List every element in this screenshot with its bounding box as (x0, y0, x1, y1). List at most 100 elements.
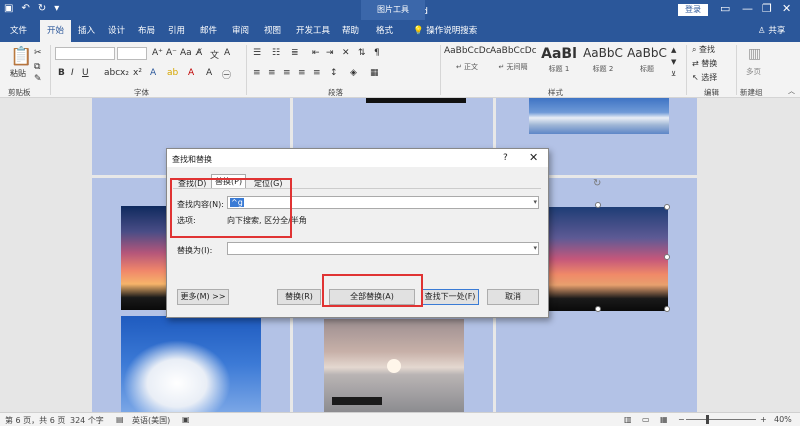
tab-view[interactable]: 视图 (264, 24, 281, 36)
sunset-photo-right[interactable] (544, 207, 668, 311)
page-count[interactable]: 第 6 页，共 6 页 (5, 415, 65, 426)
language[interactable]: 英语(美国) (132, 415, 170, 426)
multipage-icon[interactable]: ▥ (748, 46, 761, 62)
web-layout-icon[interactable]: ▦ (660, 415, 668, 424)
style-no-spacing[interactable]: AaBbCcDc ↵ 无间隔 (490, 46, 536, 78)
borders-icon[interactable]: ▦ (370, 68, 379, 78)
shrink-font-icon[interactable]: A⁻ (166, 48, 177, 58)
resize-handle[interactable] (595, 202, 601, 208)
chevron-down-icon[interactable]: ▾ (533, 243, 537, 254)
border-char-icon[interactable]: A (224, 48, 230, 58)
zoom-in-button[interactable]: + (760, 415, 767, 424)
font-size-combo[interactable] (117, 47, 147, 60)
paste-icon[interactable]: 📋 (10, 46, 32, 67)
chevron-down-icon[interactable]: ▾ (533, 197, 537, 208)
chinese-layout-icon[interactable]: ✕ (342, 48, 350, 58)
tab-home[interactable]: 开始 (40, 20, 72, 42)
clear-format-icon[interactable]: A̸ (196, 48, 202, 58)
grow-font-icon[interactable]: A⁺ (152, 48, 163, 58)
select-button[interactable]: ↖ 选择 (692, 72, 717, 83)
more-button[interactable]: 更多(M) >> (177, 289, 229, 305)
styles-scroll-up-icon[interactable]: ▲ (671, 46, 676, 54)
strikethrough-icon[interactable]: abc (104, 68, 120, 78)
styles-more-icon[interactable]: ⊻ (671, 70, 676, 78)
tab-insert[interactable]: 插入 (78, 24, 95, 36)
style-heading-1[interactable]: AaBl 标题 1 (536, 46, 582, 78)
cancel-button[interactable]: 取消 (487, 289, 539, 305)
sea-sunset-photo[interactable] (324, 319, 464, 412)
read-mode-icon[interactable]: ▥ (624, 415, 632, 424)
sky-photo[interactable] (121, 316, 261, 412)
bullets-icon[interactable]: ☰ (253, 48, 261, 58)
styles-scroll-down-icon[interactable]: ▼ (671, 58, 676, 66)
zoom-level[interactable]: 40% (774, 415, 792, 424)
multilevel-list-icon[interactable]: ≣ (291, 48, 299, 58)
zoom-out-button[interactable]: − (678, 415, 685, 424)
share-button[interactable]: ♙ 共享 (758, 24, 785, 36)
distributed-icon[interactable]: ≡ (313, 68, 321, 78)
font-name-combo[interactable] (55, 47, 115, 60)
tab-developer[interactable]: 开发工具 (296, 24, 330, 36)
tab-review[interactable]: 审阅 (232, 24, 249, 36)
replace-ribbon-button[interactable]: ⇄ 替换 (692, 58, 717, 69)
multipage-label[interactable]: 多页 (746, 66, 761, 77)
resize-handle[interactable] (595, 306, 601, 312)
line-spacing-icon[interactable]: ↕ (330, 68, 338, 78)
ribbon-display-icon[interactable]: ▭ (720, 2, 730, 15)
minimize-button[interactable]: — (742, 2, 753, 15)
format-painter-icon[interactable]: ✎ (34, 74, 42, 84)
close-icon[interactable]: ✕ (529, 151, 538, 164)
subscript-icon[interactable]: x₂ (120, 68, 129, 78)
rotate-handle-icon[interactable]: ↻ (593, 178, 601, 189)
show-marks-icon[interactable]: ¶ (374, 48, 380, 58)
resize-handle[interactable] (664, 204, 670, 210)
tab-help[interactable]: 帮助 (342, 24, 359, 36)
tab-mailings[interactable]: 邮件 (200, 24, 217, 36)
numbering-icon[interactable]: ☷ (272, 48, 280, 58)
sort-icon[interactable]: ⇅ (358, 48, 366, 58)
collapse-ribbon-icon[interactable]: ︿ (788, 86, 795, 96)
tab-references[interactable]: 引用 (168, 24, 185, 36)
resize-handle[interactable] (664, 254, 670, 260)
italic-icon[interactable]: I (71, 68, 74, 78)
login-button[interactable]: 登录 (678, 4, 708, 16)
cut-icon[interactable]: ✂ (34, 48, 42, 58)
copy-icon[interactable]: ⧉ (34, 62, 40, 72)
justify-icon[interactable]: ≡ (298, 68, 306, 78)
replace-with-input[interactable]: ▾ (227, 242, 539, 255)
tab-design[interactable]: 设计 (108, 24, 125, 36)
restore-button[interactable]: ❐ (762, 2, 772, 15)
replace-button[interactable]: 替换(R) (277, 289, 321, 305)
zoom-thumb[interactable] (706, 415, 709, 424)
style-normal[interactable]: AaBbCcDc ↵ 正文 (444, 46, 490, 78)
close-button[interactable]: ✕ (782, 2, 791, 15)
tell-me-search[interactable]: 💡 操作说明搜索 (413, 24, 477, 36)
char-shading-icon[interactable]: A (206, 68, 212, 78)
resize-handle[interactable] (664, 306, 670, 312)
decrease-indent-icon[interactable]: ⇤ (312, 48, 320, 58)
tab-layout[interactable]: 布局 (138, 24, 155, 36)
phonetic-icon[interactable]: 文 (210, 48, 219, 61)
change-case-icon[interactable]: Aa (180, 48, 192, 58)
clouds-photo-top[interactable] (529, 98, 669, 134)
enclose-char-icon[interactable]: ㊀ (222, 68, 231, 81)
paste-label[interactable]: 粘贴 (10, 68, 26, 79)
image-fragment[interactable] (366, 98, 466, 103)
bold-icon[interactable]: B (58, 68, 65, 78)
underline-icon[interactable]: U (82, 68, 89, 78)
highlight-icon[interactable]: ab (167, 68, 178, 78)
macro-icon[interactable]: ▣ (182, 415, 190, 424)
tab-file[interactable]: 文件 (10, 24, 27, 36)
find-next-button[interactable]: 查找下一处(F) (421, 289, 479, 305)
zoom-slider[interactable] (686, 419, 756, 420)
style-title[interactable]: AaBbC 标题 (624, 46, 670, 78)
help-icon[interactable]: ? (503, 153, 508, 163)
shading-icon[interactable]: ◈ (350, 68, 357, 78)
find-button[interactable]: ⌕ 查找 (692, 44, 715, 55)
align-center-icon[interactable]: ≡ (268, 68, 276, 78)
tab-format[interactable]: 格式 (376, 24, 393, 36)
align-right-icon[interactable]: ≡ (283, 68, 291, 78)
text-effects-icon[interactable]: A (150, 68, 156, 78)
align-left-icon[interactable]: ≡ (253, 68, 261, 78)
style-heading-2[interactable]: AaBbC 标题 2 (580, 46, 626, 78)
